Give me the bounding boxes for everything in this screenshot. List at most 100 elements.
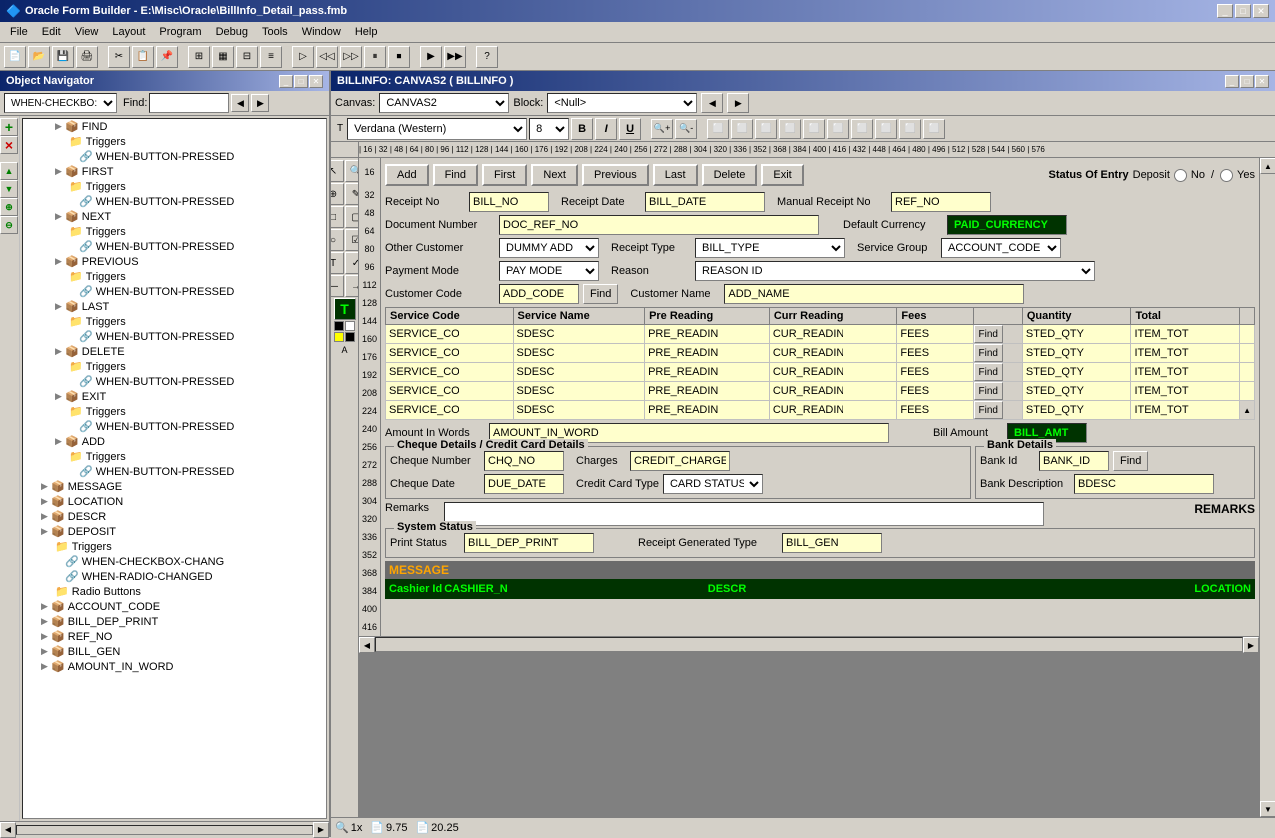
- qty-5[interactable]: [1022, 401, 1131, 420]
- charges-input[interactable]: [630, 451, 730, 471]
- tb-btn-4[interactable]: ≡: [260, 46, 282, 68]
- pre-reading-3[interactable]: [645, 363, 770, 382]
- payment-mode-select[interactable]: PAY MODE: [499, 261, 599, 281]
- tree-item-find-wbp[interactable]: 🔗 WHEN-BUTTON-PRESSED: [23, 149, 326, 164]
- menu-edit[interactable]: Edit: [36, 24, 67, 40]
- qty-3[interactable]: [1022, 363, 1131, 382]
- other-customer-select[interactable]: DUMMY ADD: [499, 238, 599, 258]
- tb-btn-2[interactable]: ▦: [212, 46, 234, 68]
- fees-find-btn-5[interactable]: Find: [974, 401, 1003, 419]
- tree-item-delete-triggers[interactable]: 📁 Triggers: [23, 359, 326, 374]
- text-tool[interactable]: T: [331, 252, 344, 274]
- fees-find-5[interactable]: Find: [973, 401, 1022, 420]
- compile-button[interactable]: ▶: [420, 46, 442, 68]
- underline-button[interactable]: U: [619, 118, 641, 140]
- customer-code-input[interactable]: [499, 284, 579, 304]
- previous-button[interactable]: Previous: [582, 164, 649, 186]
- navigator-dropdown[interactable]: WHEN-CHECKBO:: [4, 93, 117, 113]
- cheque-number-input[interactable]: [484, 451, 564, 471]
- tree-item-location[interactable]: ▶ 📦 LOCATION: [23, 494, 326, 509]
- exit-button[interactable]: Exit: [761, 164, 803, 186]
- tree-item-add-triggers[interactable]: 📁 Triggers: [23, 449, 326, 464]
- check-tool[interactable]: ☑: [345, 229, 359, 251]
- align-btn-7[interactable]: ⬜: [851, 119, 873, 139]
- add-button[interactable]: Add: [385, 164, 429, 186]
- align-btn-10[interactable]: ⬜: [923, 119, 945, 139]
- receipt-generated-input[interactable]: [782, 533, 882, 553]
- tree-item-radio-buttons[interactable]: 📁 Radio Buttons: [23, 584, 326, 599]
- tree-item-message[interactable]: ▶ 📦 MESSAGE: [23, 479, 326, 494]
- service-code-2[interactable]: [386, 344, 514, 363]
- credit-card-type-select[interactable]: CARD STATUS: [663, 474, 763, 494]
- line-tool[interactable]: —: [331, 275, 344, 297]
- zoom-tool[interactable]: 🔍: [345, 160, 359, 182]
- help-button[interactable]: ?: [476, 46, 498, 68]
- menu-program[interactable]: Program: [153, 24, 207, 40]
- align-right-btn[interactable]: ⬜: [755, 119, 777, 139]
- tree-content[interactable]: ▶ 📦 FIND 📁 Triggers 🔗 WHEN-BUTTON-PRESSE…: [22, 118, 327, 819]
- pre-reading-2[interactable]: [645, 344, 770, 363]
- tb-btn-3[interactable]: ⊟: [236, 46, 258, 68]
- cheque-date-input[interactable]: [484, 474, 564, 494]
- font-name-select[interactable]: Verdana (Western): [347, 118, 527, 140]
- nav-remove-button[interactable]: ×: [0, 136, 18, 154]
- tree-item-exit-wbp[interactable]: 🔗 WHEN-BUTTON-PRESSED: [23, 419, 326, 434]
- fees-find-btn-3[interactable]: Find: [974, 363, 1003, 381]
- tree-item-first[interactable]: ▶ 📦 FIRST: [23, 164, 326, 179]
- tree-item-bill-gen[interactable]: ▶ 📦 BILL_GEN: [23, 644, 326, 659]
- delete-button[interactable]: Delete: [702, 164, 758, 186]
- menu-debug[interactable]: Debug: [210, 24, 254, 40]
- arrow-tool[interactable]: →: [345, 275, 359, 297]
- nav-expand-button[interactable]: ⊕: [0, 198, 18, 216]
- maximize-button[interactable]: □: [1235, 4, 1251, 18]
- align-btn-9[interactable]: ⬜: [899, 119, 921, 139]
- qty-2[interactable]: [1022, 344, 1131, 363]
- tree-item-next[interactable]: ▶ 📦 NEXT: [23, 209, 326, 224]
- tb-btn-5[interactable]: ▷: [292, 46, 314, 68]
- color1[interactable]: [334, 321, 344, 331]
- tb-btn-7[interactable]: ▷▷: [340, 46, 362, 68]
- rect-tool[interactable]: □: [331, 206, 344, 228]
- canvas-h-scrollbar[interactable]: ◀ ▶: [359, 636, 1259, 652]
- service-code-4[interactable]: [386, 382, 514, 401]
- tree-item-last[interactable]: ▶ 📦 LAST: [23, 299, 326, 314]
- tree-item-previous-triggers[interactable]: 📁 Triggers: [23, 269, 326, 284]
- tree-item-when-checkbox[interactable]: 🔗 WHEN-CHECKBOX-CHANG: [23, 554, 326, 569]
- tree-item-find-triggers[interactable]: 📁 Triggers: [23, 134, 326, 149]
- compile-all-button[interactable]: ▶▶: [444, 46, 466, 68]
- select-tool[interactable]: ↖: [331, 160, 344, 182]
- ellipse-tool[interactable]: ○: [331, 229, 344, 251]
- nav-close[interactable]: ✕: [309, 75, 323, 88]
- menu-tools[interactable]: Tools: [256, 24, 294, 40]
- print-button[interactable]: 🖨: [76, 46, 98, 68]
- tree-item-ref-no[interactable]: ▶ 📦 REF_NO: [23, 629, 326, 644]
- cut-button[interactable]: ✂: [108, 46, 130, 68]
- h-scroll-right-btn[interactable]: ▶: [1243, 637, 1259, 653]
- receipt-no-input[interactable]: BILL_NO: [469, 192, 549, 212]
- menu-window[interactable]: Window: [296, 24, 347, 40]
- nav-down-button[interactable]: ▼: [0, 180, 18, 198]
- service-code-5[interactable]: [386, 401, 514, 420]
- nav-collapse-button[interactable]: ⊖: [0, 216, 18, 234]
- service-group-select[interactable]: ACCOUNT_CODE: [941, 238, 1061, 258]
- check-tool-2[interactable]: ✓: [345, 252, 359, 274]
- find-button[interactable]: Find: [433, 164, 478, 186]
- service-name-5[interactable]: [513, 401, 645, 420]
- save-button[interactable]: 💾: [52, 46, 74, 68]
- color2[interactable]: [345, 321, 355, 331]
- form-maximize[interactable]: □: [1240, 75, 1254, 88]
- service-name-2[interactable]: [513, 344, 645, 363]
- new-button[interactable]: 📄: [4, 46, 26, 68]
- align-left-btn[interactable]: ⬜: [707, 119, 729, 139]
- form-close[interactable]: ✕: [1255, 75, 1269, 88]
- find-input[interactable]: [149, 93, 229, 113]
- curr-reading-2[interactable]: [769, 344, 897, 363]
- bank-id-input[interactable]: [1039, 451, 1109, 471]
- service-name-4[interactable]: [513, 382, 645, 401]
- fees-find-4[interactable]: Find: [973, 382, 1022, 401]
- v-scroll-down-btn[interactable]: ▼: [1260, 801, 1275, 817]
- tree-item-add-wbp[interactable]: 🔗 WHEN-BUTTON-PRESSED: [23, 464, 326, 479]
- draw-tool-2[interactable]: ✎: [345, 183, 359, 205]
- v-scroll-up-btn[interactable]: ▲: [1260, 158, 1275, 174]
- block-btn-1[interactable]: ◀: [701, 93, 723, 113]
